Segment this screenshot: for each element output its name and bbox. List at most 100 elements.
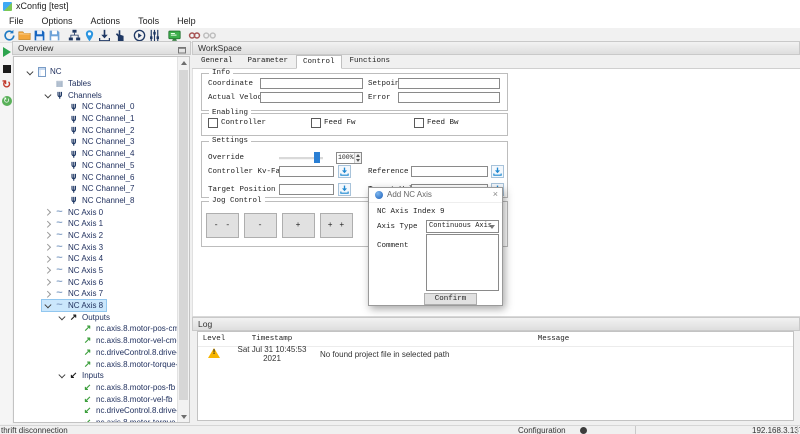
tree-item[interactable]: nc.axis.8.motor-vel-fb [14,393,178,405]
tree-item[interactable]: nc.axis.8.motor-pos-fb [14,382,178,394]
tree-item[interactable]: nc.axis.8.motor-pos-cmd [14,323,178,335]
tree-item[interactable]: NC Axis 3 [14,241,178,253]
expander-icon[interactable] [42,280,53,285]
workspace-tab[interactable]: Functions [343,54,398,68]
expander-icon[interactable] [56,140,67,145]
tree-item[interactable]: NC Channel_3 [14,136,178,148]
tree-item[interactable]: Inputs [14,370,178,382]
comment-field[interactable] [426,234,499,291]
monitor-button[interactable] [167,28,182,42]
tree-item[interactable]: NC Axis 7 [14,288,178,300]
expander-icon[interactable] [42,93,53,98]
tree-item[interactable]: NC Axis 1 [14,218,178,230]
kv-factor-field[interactable] [279,166,334,177]
reload-config-button[interactable] [2,28,17,42]
workspace-tab[interactable]: Control [296,55,342,69]
tree-item[interactable]: NC Axis 4 [14,253,178,265]
confirm-button[interactable]: Confirm [424,293,477,305]
expander-icon[interactable] [42,233,53,238]
tree-item[interactable]: NC [14,66,178,78]
connect-button[interactable] [187,28,202,42]
tree-item[interactable]: NC Channel_8 [14,195,178,207]
spin-down-icon[interactable] [355,158,361,163]
save-as-button[interactable] [47,28,62,42]
enable-checkbox[interactable]: Feed Fw [311,118,414,128]
scroll-down-icon[interactable] [178,411,189,422]
checkbox-icon[interactable] [208,118,218,128]
tree-item[interactable]: NC Channel_2 [14,124,178,136]
expander-icon[interactable] [70,362,81,367]
expander-icon[interactable] [42,222,53,227]
scroll-up-icon[interactable] [178,57,189,68]
sync-sidebar-button[interactable]: ↻ [1,95,12,106]
jog-button[interactable]: + + [320,213,353,238]
jog-button[interactable]: - - [206,213,239,238]
reference-velocity-apply-button[interactable] [491,165,504,178]
tree-item[interactable]: Outputs [14,311,178,323]
log-row[interactable]: Sat Jul 31 10:45:53 2021 No found projec… [198,347,793,361]
scroll-thumb[interactable] [179,70,188,400]
tree-item[interactable]: NC Channel_6 [14,171,178,183]
coordinate-field[interactable] [260,78,363,89]
expander-icon[interactable] [56,163,67,168]
tree-item[interactable]: NC Channel_1 [14,113,178,125]
locate-button[interactable] [82,28,97,42]
menu-item[interactable]: Actions [82,14,130,28]
workspace-tab[interactable]: Parameter [241,54,296,68]
tree-item[interactable]: Channels [14,89,178,101]
hand-tool-button[interactable] [112,28,127,42]
expander-icon[interactable] [42,245,53,250]
expander-icon[interactable] [70,350,81,355]
jog-button[interactable]: + [282,213,315,238]
expander-icon[interactable] [42,257,53,262]
expander-icon[interactable] [42,292,53,297]
checkbox-icon[interactable] [311,118,321,128]
menu-item[interactable]: Help [168,14,205,28]
expander-icon[interactable] [56,175,67,180]
tree-scrollbar[interactable] [177,57,189,422]
tree-item[interactable]: nc.axis.8.motor-torque-fb [14,417,178,422]
error-field[interactable] [398,92,500,103]
setpoint-field[interactable] [398,78,500,89]
disconnect-button[interactable] [202,28,217,42]
tree-item[interactable]: NC Axis 6 [14,276,178,288]
axis-type-select[interactable]: Continuous Axis [426,220,499,233]
tree-item[interactable]: NC Axis 0 [14,206,178,218]
actual-velocity-field[interactable] [260,92,363,103]
expander-icon[interactable] [56,116,67,121]
expander-icon[interactable] [56,186,67,191]
target-position-apply-button[interactable] [338,183,351,196]
expander-icon[interactable] [56,373,67,378]
stop-sidebar-button[interactable] [1,63,12,74]
checkbox-icon[interactable] [414,118,424,128]
enable-checkbox[interactable]: Feed Bw [414,118,517,128]
expander-icon[interactable] [70,420,81,422]
tree-item[interactable]: NC Channel_7 [14,183,178,195]
open-project-button[interactable] [17,28,32,42]
reference-velocity-field[interactable] [411,166,488,177]
tree-item[interactable]: NC Channel_0 [14,101,178,113]
expander-icon[interactable] [56,198,67,203]
run-button[interactable] [132,28,147,42]
expander-icon[interactable] [70,409,81,414]
jog-button[interactable]: - [244,213,277,238]
expander-icon[interactable] [70,327,81,332]
topology-button[interactable] [67,28,82,42]
deploy-button[interactable] [97,28,112,42]
tree-item[interactable]: NC Channel_5 [14,160,178,172]
enable-checkbox[interactable]: Controller [208,118,311,128]
expander-icon[interactable] [56,151,67,156]
target-position-field[interactable] [279,184,334,195]
close-icon[interactable]: × [493,189,498,199]
menu-item[interactable]: File [0,14,33,28]
reset-sidebar-button[interactable]: ↻ [1,79,12,90]
expander-icon[interactable] [56,128,67,133]
tree-item[interactable]: nc.axis.8.motor-torque-cmd [14,358,178,370]
override-slider-handle[interactable] [314,152,320,163]
expander-icon[interactable] [56,105,67,110]
save-button[interactable] [32,28,47,42]
menu-item[interactable]: Tools [129,14,168,28]
tree-item[interactable]: Tables [14,78,178,90]
tree-item[interactable]: NC Axis 5 [14,265,178,277]
run-sidebar-button[interactable] [1,46,12,57]
